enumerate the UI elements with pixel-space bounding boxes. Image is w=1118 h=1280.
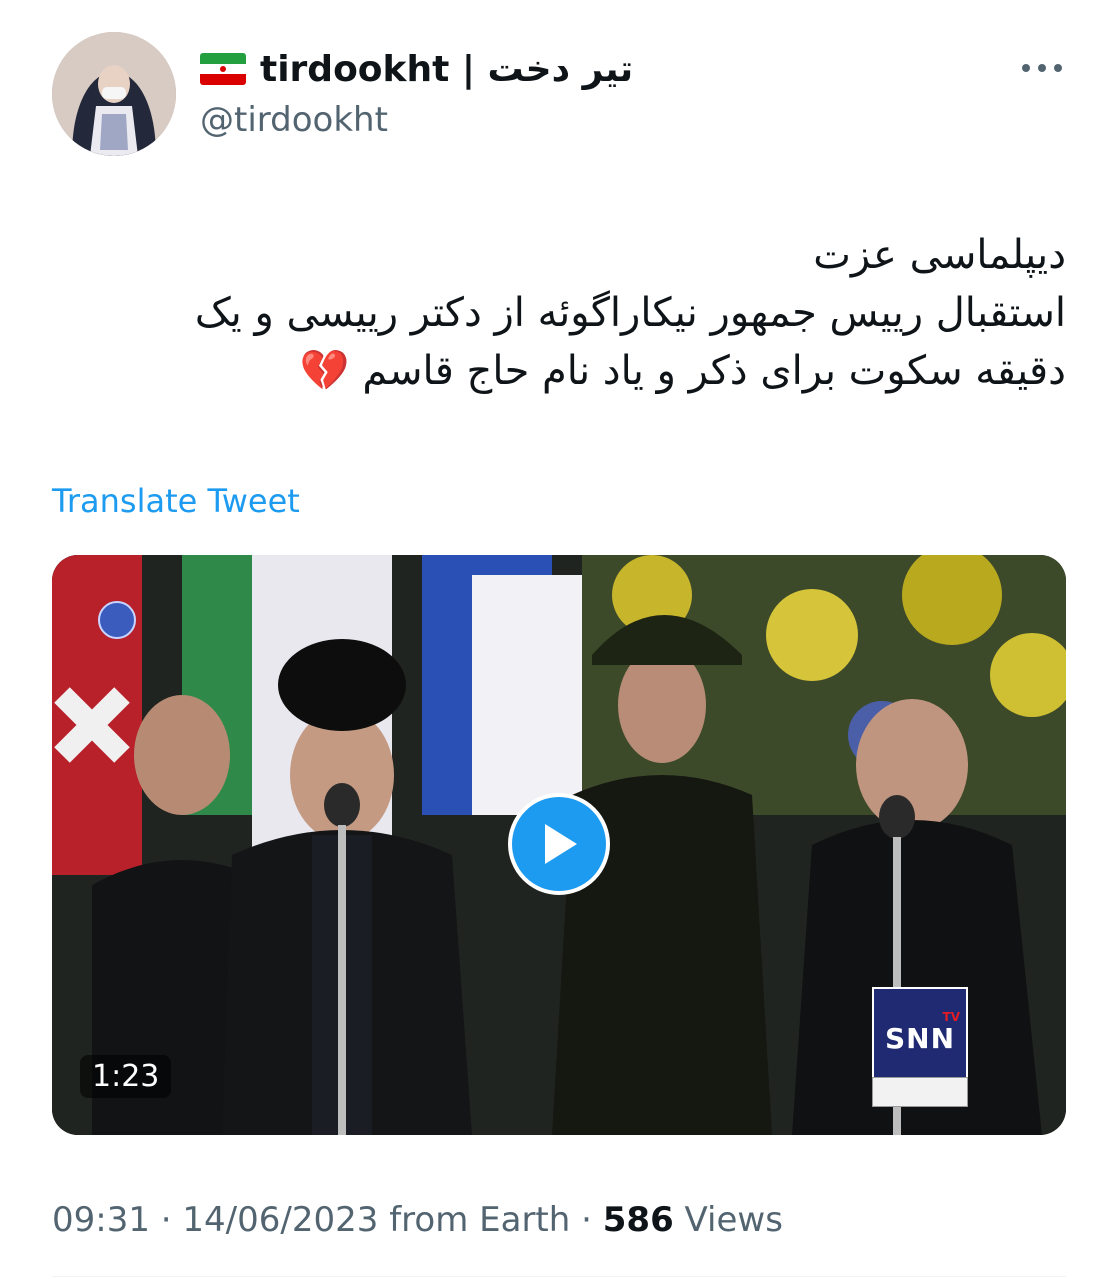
tweet-text: دیپلماسی عزت استقبال رییس جمهور نیکاراگو…: [52, 226, 1066, 400]
avatar[interactable]: [52, 32, 176, 156]
snn-watermark: TV SNN: [872, 987, 968, 1079]
iran-flag-icon: [200, 53, 246, 85]
video-duration: 1:23: [80, 1055, 172, 1098]
divider: [52, 1276, 1066, 1277]
translate-tweet-link[interactable]: Translate Tweet: [52, 482, 300, 520]
play-icon: [545, 824, 577, 864]
views-label: Views: [684, 1200, 783, 1240]
meta-separator: ·: [581, 1200, 592, 1240]
display-name: tirdookht | تیر دخت: [260, 48, 634, 90]
video-player[interactable]: TV SNN 1:23: [52, 555, 1066, 1135]
meta-separator: ·: [160, 1200, 172, 1240]
tweet-date[interactable]: 14/06/2023: [182, 1200, 378, 1240]
tweet-source: from Earth: [389, 1200, 571, 1240]
author-handle[interactable]: @tirdookht: [200, 100, 388, 140]
tweet-meta: 09:31 · 14/06/2023 from Earth · 586 View…: [52, 1200, 783, 1240]
views-count[interactable]: 586: [603, 1200, 674, 1240]
tweet-line: دقیقه سکوت برای ذکر و یاد نام حاج قاسم 💔: [299, 348, 1066, 394]
more-options-icon[interactable]: [1018, 52, 1066, 84]
tweet-time[interactable]: 09:31: [52, 1200, 150, 1240]
snn-subtitle-strip: [872, 1077, 968, 1107]
play-button[interactable]: [508, 793, 610, 895]
tweet-line: دیپلماسی عزت: [813, 232, 1066, 278]
channel-logo-icon: [98, 601, 136, 639]
tweet-line: استقبال رییس جمهور نیکاراگوئه از دکتر ری…: [194, 290, 1066, 336]
snn-label: SNN: [884, 1022, 956, 1055]
author-name-row[interactable]: tirdookht | تیر دخت: [200, 44, 633, 94]
